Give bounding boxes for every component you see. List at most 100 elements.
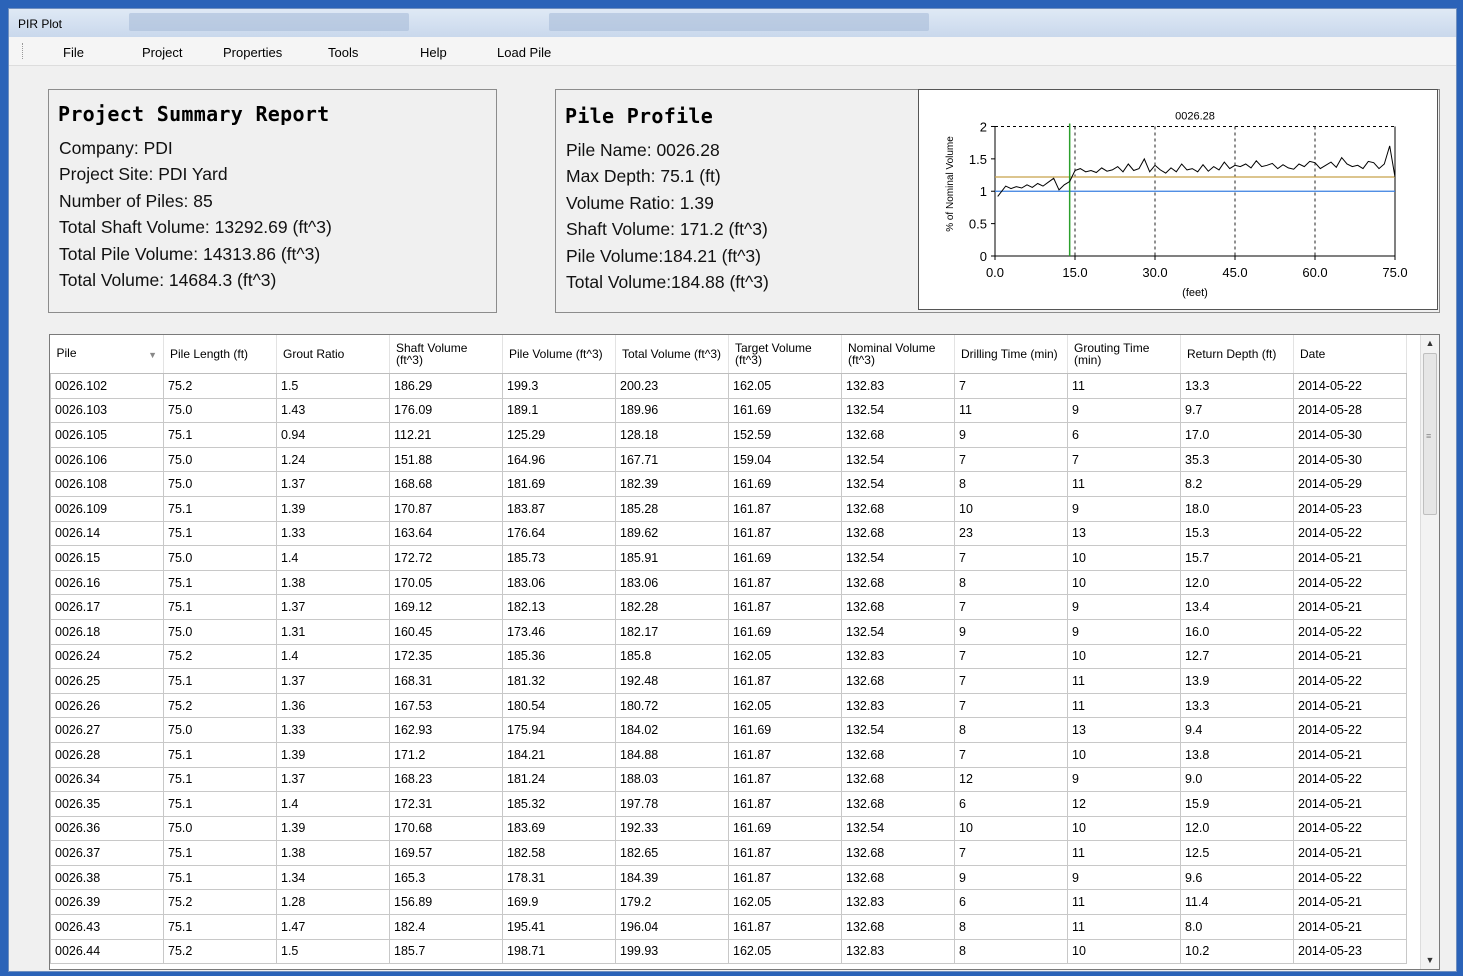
table-cell[interactable]: 75.1 [163, 422, 277, 448]
table-cell[interactable]: 161.69 [728, 717, 842, 743]
table-cell[interactable]: 75.2 [163, 938, 277, 965]
table-cell[interactable]: 132.54 [841, 618, 955, 645]
table-cell[interactable]: 151.88 [389, 446, 503, 473]
table-cell[interactable]: 6 [1067, 422, 1181, 448]
table-cell[interactable]: 75.2 [163, 643, 277, 670]
table-cell[interactable]: 132.83 [841, 938, 955, 965]
table-cell[interactable]: 0026.39 [50, 889, 164, 916]
table-cell[interactable]: 13.4 [1180, 594, 1294, 620]
table-cell[interactable]: 7 [954, 840, 1068, 866]
column-header[interactable]: Pile ▼ [50, 335, 164, 374]
table-row[interactable]: 0026.102 75.2 1.5 186.29 199.3 200.23 162.05 13… [50, 373, 1407, 399]
table-cell[interactable]: 1.39 [276, 815, 390, 842]
table-cell[interactable]: 2014-05-29 [1293, 471, 1407, 497]
table-cell[interactable]: 164.96 [502, 446, 616, 473]
table-row[interactable]: 0026.34 75.1 1.37 168.23 181.24 188.03 161.87 1… [50, 766, 1407, 793]
table-cell[interactable]: 75.0 [163, 717, 277, 743]
table-cell[interactable]: 161.69 [728, 815, 842, 842]
table-cell[interactable]: 156.89 [389, 889, 503, 916]
table-row[interactable]: 0026.16 75.1 1.38 170.05 183.06 183.06 161.87 1… [50, 569, 1407, 596]
table-row[interactable]: 0026.15 75.0 1.4 172.72 185.73 185.91 161.69 13… [50, 545, 1407, 571]
table-cell[interactable]: 161.87 [728, 864, 842, 891]
table-cell[interactable]: 132.68 [841, 520, 955, 547]
table-cell[interactable]: 2014-05-22 [1293, 618, 1407, 645]
table-row[interactable]: 0026.35 75.1 1.4 172.31 185.32 197.78 161.87 13… [50, 791, 1407, 817]
table-cell[interactable]: 182.65 [615, 840, 729, 866]
table-cell[interactable]: 161.69 [728, 471, 842, 497]
table-cell[interactable]: 172.31 [389, 791, 503, 817]
table-row[interactable]: 0026.17 75.1 1.37 169.12 182.13 182.28 161.87 1… [50, 594, 1407, 620]
table-cell[interactable]: 152.59 [728, 422, 842, 448]
table-cell[interactable]: 75.2 [163, 692, 277, 719]
table-cell[interactable]: 7 [954, 446, 1068, 473]
table-cell[interactable]: 75.1 [163, 569, 277, 596]
table-cell[interactable]: 161.69 [728, 397, 842, 424]
table-row[interactable]: 0026.44 75.2 1.5 185.7 198.71 199.93 162.05 132… [50, 938, 1407, 965]
table-cell[interactable]: 1.37 [276, 471, 390, 497]
table-cell[interactable]: 160.45 [389, 618, 503, 645]
table-cell[interactable]: 168.68 [389, 471, 503, 497]
table-cell[interactable]: 132.54 [841, 397, 955, 424]
table-cell[interactable]: 7 [954, 373, 1068, 399]
table-cell[interactable]: 183.06 [615, 569, 729, 596]
table-cell[interactable]: 179.2 [615, 889, 729, 916]
table-cell[interactable]: 75.0 [163, 545, 277, 571]
table-cell[interactable]: 198.71 [502, 938, 616, 965]
column-header[interactable]: Return Depth (ft) [1180, 335, 1294, 374]
table-cell[interactable]: 9.6 [1180, 864, 1294, 891]
table-cell[interactable]: 75.1 [163, 791, 277, 817]
table-cell[interactable]: 132.83 [841, 643, 955, 670]
table-cell[interactable]: 0026.106 [50, 446, 164, 473]
menu-file[interactable]: File [63, 45, 84, 60]
table-cell[interactable]: 8 [954, 938, 1068, 965]
table-cell[interactable]: 181.24 [502, 766, 616, 793]
table-cell[interactable]: 2014-05-21 [1293, 594, 1407, 620]
table-cell[interactable]: 2014-05-21 [1293, 840, 1407, 866]
table-cell[interactable]: 125.29 [502, 422, 616, 448]
table-cell[interactable]: 185.73 [502, 545, 616, 571]
table-cell[interactable]: 132.68 [841, 914, 955, 940]
table-cell[interactable]: 1.43 [276, 397, 390, 424]
column-header[interactable]: Shaft Volume (ft^3) [389, 335, 503, 374]
table-cell[interactable]: 167.71 [615, 446, 729, 473]
table-cell[interactable]: 13.9 [1180, 668, 1294, 694]
table-cell[interactable]: 161.69 [728, 545, 842, 571]
table-cell[interactable]: 7 [954, 594, 1068, 620]
column-header[interactable]: Drilling Time (min) [954, 335, 1068, 374]
table-cell[interactable]: 184.39 [615, 864, 729, 891]
table-cell[interactable]: 132.68 [841, 766, 955, 793]
table-cell[interactable]: 75.1 [163, 864, 277, 891]
table-cell[interactable]: 0026.34 [50, 766, 164, 793]
table-cell[interactable]: 1.36 [276, 692, 390, 719]
table-row[interactable]: 0026.37 75.1 1.38 169.57 182.58 182.65 161.87 1… [50, 840, 1407, 866]
table-cell[interactable]: 159.04 [728, 446, 842, 473]
table-cell[interactable]: 2014-05-21 [1293, 914, 1407, 940]
table-cell[interactable]: 0026.102 [50, 373, 164, 399]
table-cell[interactable]: 75.1 [163, 495, 277, 522]
table-cell[interactable]: 185.32 [502, 791, 616, 817]
table-cell[interactable]: 12.0 [1180, 815, 1294, 842]
table-row[interactable]: 0026.43 75.1 1.47 182.4 195.41 196.04 161.87 13… [50, 914, 1407, 940]
table-cell[interactable]: 188.03 [615, 766, 729, 793]
table-cell[interactable]: 9.7 [1180, 397, 1294, 424]
table-cell[interactable]: 8 [954, 471, 1068, 497]
table-cell[interactable]: 185.28 [615, 495, 729, 522]
table-cell[interactable]: 132.68 [841, 741, 955, 768]
table-cell[interactable]: 132.83 [841, 692, 955, 719]
table-cell[interactable]: 2014-05-22 [1293, 815, 1407, 842]
column-header[interactable]: Pile Length (ft) [163, 335, 277, 374]
table-cell[interactable]: 75.0 [163, 446, 277, 473]
table-cell[interactable]: 132.68 [841, 495, 955, 522]
column-header[interactable]: Grout Ratio [276, 335, 390, 374]
table-cell[interactable]: 132.83 [841, 373, 955, 399]
table-cell[interactable]: 12.5 [1180, 840, 1294, 866]
table-cell[interactable]: 0026.38 [50, 864, 164, 891]
table-cell[interactable]: 0026.28 [50, 741, 164, 768]
table-cell[interactable]: 23 [954, 520, 1068, 547]
table-cell[interactable]: 184.02 [615, 717, 729, 743]
table-cell[interactable]: 197.78 [615, 791, 729, 817]
table-cell[interactable]: 162.05 [728, 938, 842, 965]
table-cell[interactable]: 11 [1067, 840, 1181, 866]
table-cell[interactable]: 182.13 [502, 594, 616, 620]
table-cell[interactable]: 9 [1067, 397, 1181, 424]
